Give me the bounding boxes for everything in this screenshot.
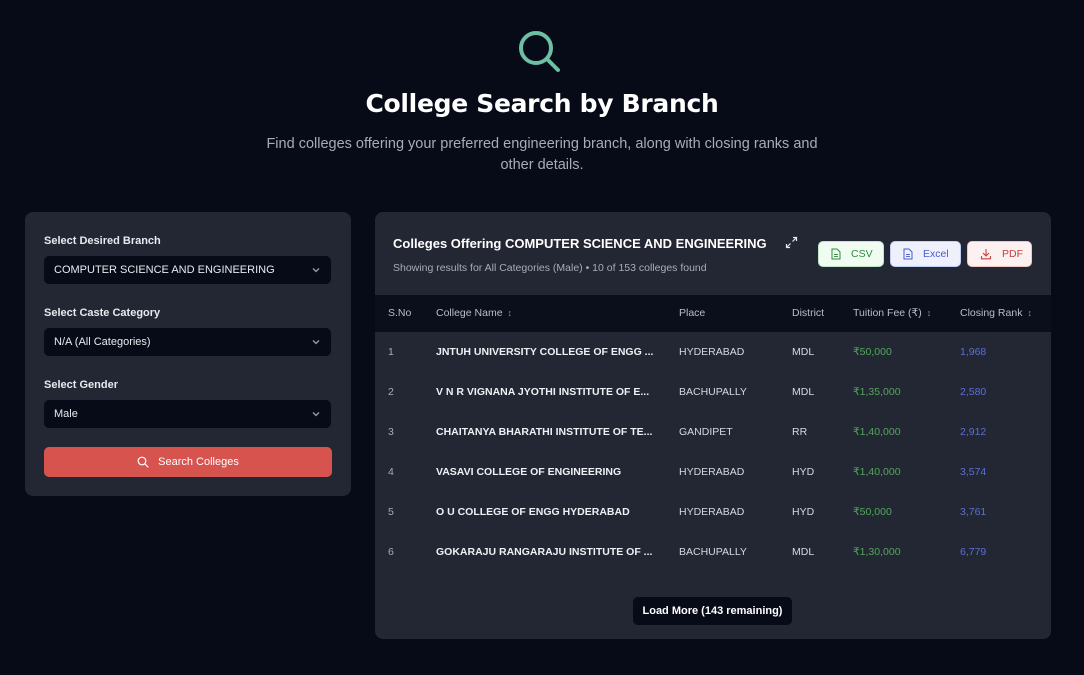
cell-district: MDL xyxy=(792,546,815,558)
chevron-down-icon xyxy=(312,412,320,417)
column-header-label: College Name xyxy=(436,307,503,319)
table-row[interactable]: 2 V N R VIGNANA JYOTHI INSTITUTE OF E...… xyxy=(375,372,1051,412)
cell-sno: 2 xyxy=(388,386,394,398)
chevron-down-icon xyxy=(312,268,320,273)
column-header-sno: S.No xyxy=(388,307,411,319)
cell-place: HYDERABAD xyxy=(679,346,745,358)
sort-icon: ↕ xyxy=(507,308,513,318)
column-header-label: Place xyxy=(679,307,706,319)
caste-select-value: N/A (All Categories) xyxy=(54,336,151,348)
column-header-tuition-fee[interactable]: Tuition Fee (₹) ↕ xyxy=(853,307,931,319)
export-excel-button[interactable]: Excel xyxy=(890,241,961,267)
results-title: Colleges Offering COMPUTER SCIENCE AND E… xyxy=(393,236,767,251)
page-subtitle: Find colleges offering your preferred en… xyxy=(266,136,818,173)
cell-college-name: O U COLLEGE OF ENGG HYDERABAD xyxy=(436,506,630,518)
cell-tuition-fee: ₹1,40,000 xyxy=(853,426,901,438)
cell-college-name: JNTUH UNIVERSITY COLLEGE OF ENGG ... xyxy=(436,346,654,358)
cell-place: HYDERABAD xyxy=(679,506,745,518)
search-colleges-label: Search Colleges xyxy=(158,456,239,468)
cell-closing-rank: 1,968 xyxy=(960,346,987,358)
chevron-down-icon xyxy=(312,340,320,345)
caste-label: Select Caste Category xyxy=(44,307,161,319)
cell-district: MDL xyxy=(792,346,815,358)
gender-label: Select Gender xyxy=(44,379,118,391)
export-pdf-button[interactable]: PDF xyxy=(967,241,1032,267)
sort-icon: ↕ xyxy=(926,308,932,318)
cell-place: GANDIPET xyxy=(679,426,733,438)
table-header: S.No College Name ↕ Place District Tuitio… xyxy=(375,295,1051,332)
table-row[interactable]: 1 JNTUH UNIVERSITY COLLEGE OF ENGG ... H… xyxy=(375,332,1051,372)
filter-panel: Select Desired Branch COMPUTER SCIENCE A… xyxy=(25,212,351,496)
branch-select[interactable]: COMPUTER SCIENCE AND ENGINEERING xyxy=(44,256,331,284)
cell-tuition-fee: ₹1,35,000 xyxy=(853,386,901,398)
cell-sno: 5 xyxy=(388,506,394,518)
export-csv-label: CSV xyxy=(851,248,873,260)
column-header-label: S.No xyxy=(388,307,412,319)
column-header-closing-rank[interactable]: Closing Rank ↕ xyxy=(960,307,1032,319)
export-csv-button[interactable]: CSV xyxy=(818,241,884,267)
search-icon xyxy=(137,456,149,468)
results-panel: Colleges Offering COMPUTER SCIENCE AND E… xyxy=(375,212,1051,639)
cell-district: RR xyxy=(792,426,808,438)
cell-sno: 4 xyxy=(388,466,394,478)
cell-sno: 6 xyxy=(388,546,394,558)
export-pdf-label: PDF xyxy=(1002,248,1023,260)
column-header-label: Tuition Fee (₹) xyxy=(853,307,922,319)
cell-closing-rank: 2,912 xyxy=(960,426,987,438)
cell-sno: 1 xyxy=(388,346,394,358)
cell-place: BACHUPALLY xyxy=(679,546,747,558)
column-header-place: Place xyxy=(679,307,705,319)
sort-icon: ↕ xyxy=(1027,308,1032,318)
branch-label: Select Desired Branch xyxy=(44,235,161,247)
table-row[interactable]: 3 CHAITANYA BHARATHI INSTITUTE OF TE... … xyxy=(375,412,1051,452)
cell-college-name: CHAITANYA BHARATHI INSTITUTE OF TE... xyxy=(436,426,653,438)
export-excel-label: Excel xyxy=(923,248,949,260)
cell-tuition-fee: ₹1,40,000 xyxy=(853,466,901,478)
cell-closing-rank: 3,574 xyxy=(960,466,987,478)
column-header-district: District xyxy=(792,307,824,319)
cell-tuition-fee: ₹50,000 xyxy=(853,346,892,358)
search-colleges-button[interactable]: Search Colleges xyxy=(44,447,332,477)
load-more-button[interactable]: Load More (143 remaining) xyxy=(633,597,792,625)
cell-college-name: GOKARAJU RANGARAJU INSTITUTE OF ... xyxy=(436,546,653,558)
cell-tuition-fee: ₹1,30,000 xyxy=(853,546,901,558)
cell-closing-rank: 3,761 xyxy=(960,506,987,518)
table-row[interactable]: 5 O U COLLEGE OF ENGG HYDERABAD HYDERABA… xyxy=(375,492,1051,532)
column-header-label: District xyxy=(792,307,825,319)
gender-select[interactable]: Male xyxy=(44,400,331,428)
cell-place: BACHUPALLY xyxy=(679,386,747,398)
cell-district: HYD xyxy=(792,466,815,478)
results-summary: Showing results for All Categories (Male… xyxy=(393,262,707,274)
cell-place: HYDERABAD xyxy=(679,466,745,478)
table-row[interactable]: 4 VASAVI COLLEGE OF ENGINEERING HYDERABA… xyxy=(375,452,1051,492)
branch-select-value: COMPUTER SCIENCE AND ENGINEERING xyxy=(54,264,275,276)
file-icon xyxy=(903,248,913,260)
cell-tuition-fee: ₹50,000 xyxy=(853,506,892,518)
caste-select[interactable]: N/A (All Categories) xyxy=(44,328,331,356)
column-header-label: Closing Rank xyxy=(960,307,1023,319)
table-row[interactable]: 6 GOKARAJU RANGARAJU INSTITUTE OF ... BA… xyxy=(375,532,1051,572)
file-icon xyxy=(831,248,841,260)
page-title: College Search by Branch xyxy=(365,89,719,118)
cell-sno: 3 xyxy=(388,426,394,438)
cell-district: HYD xyxy=(792,506,815,518)
download-icon xyxy=(980,249,992,260)
expand-icon[interactable] xyxy=(785,236,798,249)
cell-district: MDL xyxy=(792,386,815,398)
gender-select-value: Male xyxy=(54,408,78,420)
cell-college-name: VASAVI COLLEGE OF ENGINEERING xyxy=(436,466,622,478)
cell-closing-rank: 6,779 xyxy=(960,546,987,558)
cell-closing-rank: 2,580 xyxy=(960,386,987,398)
cell-college-name: V N R VIGNANA JYOTHI INSTITUTE OF E... xyxy=(436,386,650,398)
column-header-college-name[interactable]: College Name ↕ xyxy=(436,307,512,319)
search-icon xyxy=(519,31,560,72)
